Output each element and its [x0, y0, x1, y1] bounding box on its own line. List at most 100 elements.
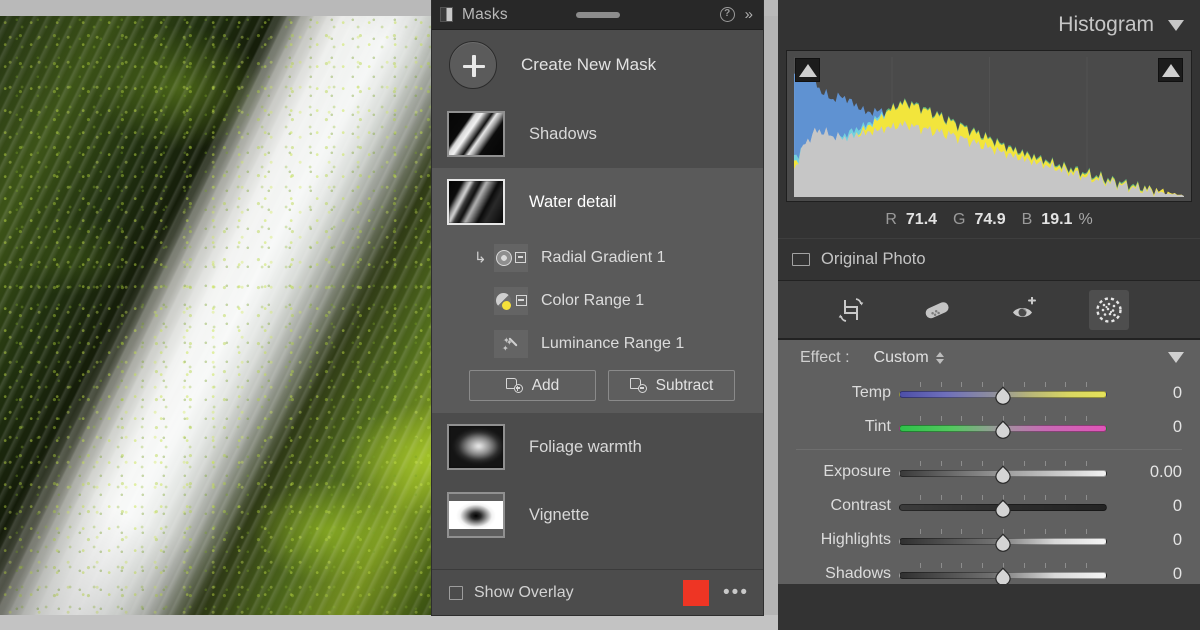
show-overlay-label: Show Overlay — [474, 584, 574, 602]
slider-label: Highlights — [778, 531, 891, 549]
slider-thumb[interactable] — [994, 420, 1013, 439]
triangle-down-icon[interactable] — [1168, 352, 1184, 363]
sub-mask-arrow-icon: ↳ — [474, 250, 487, 265]
slider-control[interactable] — [899, 416, 1107, 438]
slider-thumb[interactable] — [994, 567, 1013, 584]
up-down-arrows-icon[interactable] — [936, 352, 944, 364]
histogram-chart[interactable] — [786, 50, 1192, 202]
panel-drag-handle[interactable] — [576, 12, 620, 18]
slider-control[interactable] — [899, 461, 1107, 483]
percent-unit: % — [1078, 211, 1092, 229]
slider-row-exposure[interactable]: Exposure 0.00 — [778, 455, 1200, 489]
triangle-down-icon[interactable] — [1168, 20, 1184, 31]
right-side-panel: Histogram R 71.4 G 74.9 B 19.1 % Origina… — [778, 0, 1200, 630]
slider-thumb[interactable] — [994, 465, 1013, 484]
slider-label: Tint — [778, 418, 891, 436]
add-button-label: Add — [532, 377, 560, 395]
slider-row-tint[interactable]: Tint 0 — [778, 410, 1200, 444]
sub-mask-luminance-range[interactable]: ✦ ✦ ✦ Luminance Range 1 — [432, 322, 763, 365]
slider-thumb[interactable] — [994, 533, 1013, 552]
slider-thumb[interactable] — [994, 386, 1013, 405]
create-new-mask-button[interactable]: Create New Mask — [432, 30, 763, 100]
subtract-button[interactable]: Subtract — [608, 370, 735, 401]
effect-label: Effect : — [800, 349, 850, 367]
crop-icon — [838, 297, 864, 323]
mask-item-water-detail[interactable]: Water detail — [432, 168, 763, 236]
healing-tool[interactable] — [917, 290, 957, 330]
plus-icon[interactable] — [449, 41, 497, 89]
slider-control[interactable] — [899, 495, 1107, 517]
radial-gradient-icon[interactable] — [494, 244, 528, 272]
double-chevron-right-icon[interactable]: » — [745, 7, 753, 22]
slider-list: Temp0Tint0Exposure0.00Contrast0Highlight… — [778, 376, 1200, 584]
luminance-range-icon[interactable]: ✦ ✦ ✦ — [494, 330, 528, 358]
effect-preset-row[interactable]: Effect : Custom — [778, 340, 1200, 376]
slider-control[interactable] — [899, 382, 1107, 404]
mask-thumbnail[interactable] — [447, 111, 505, 157]
color-range-icon[interactable] — [494, 287, 528, 315]
slider-value[interactable]: 0 — [1130, 418, 1200, 437]
more-options-icon[interactable]: ••• — [723, 587, 749, 598]
sub-mask-label: Color Range 1 — [541, 292, 644, 310]
masks-panel-footer: Show Overlay ••• — [432, 569, 763, 615]
slider-row-highlights[interactable]: Highlights 0 — [778, 523, 1200, 557]
histogram-plot[interactable] — [794, 57, 1184, 197]
red-eye-tool[interactable] — [1003, 290, 1043, 330]
slider-label: Exposure — [778, 463, 891, 481]
histogram-svg — [794, 57, 1184, 197]
viewport-bottom-bar — [0, 615, 780, 630]
slider-value[interactable]: 0 — [1130, 497, 1200, 516]
sub-mask-radial-gradient[interactable]: ↳ Radial Gradient 1 — [432, 236, 763, 279]
slider-label: Contrast — [778, 497, 891, 515]
slider-thumb[interactable] — [994, 499, 1013, 518]
mask-item-vignette[interactable]: Vignette — [432, 481, 763, 549]
histogram-header[interactable]: Histogram — [778, 0, 1200, 50]
slider-label: Shadows — [778, 565, 891, 583]
mask-thumbnail[interactable] — [447, 424, 505, 470]
sub-mask-label: Radial Gradient 1 — [541, 249, 666, 267]
slider-control[interactable] — [899, 563, 1107, 584]
slider-label: Temp — [778, 384, 891, 402]
highlight-clipping-indicator[interactable] — [1158, 58, 1183, 82]
effect-value[interactable]: Custom — [874, 349, 929, 367]
mask-item-foliage-warmth[interactable]: Foliage warmth — [432, 413, 763, 481]
create-new-mask-label: Create New Mask — [521, 55, 656, 75]
slider-row-contrast[interactable]: Contrast 0 — [778, 489, 1200, 523]
mask-thumbnail[interactable] — [447, 179, 505, 225]
histogram-title: Histogram — [1058, 13, 1154, 37]
masking-icon — [1095, 296, 1123, 324]
help-icon[interactable]: ? — [720, 7, 735, 22]
lightroom-develop-module: Masks ? » Create New Mask Shadows Water … — [0, 0, 1200, 630]
slider-control[interactable] — [899, 529, 1107, 551]
shadow-clipping-indicator[interactable] — [795, 58, 820, 82]
add-mask-icon — [506, 378, 523, 393]
sub-mask-color-range[interactable]: Color Range 1 — [432, 279, 763, 322]
slider-group-divider — [796, 449, 1182, 450]
slider-value[interactable]: 0 — [1130, 531, 1200, 550]
slider-row-shadows[interactable]: Shadows 0 — [778, 557, 1200, 584]
r-value: 71.4 — [906, 211, 937, 229]
original-photo-icon — [792, 253, 810, 266]
overlay-color-swatch[interactable] — [683, 580, 709, 606]
r-label: R — [885, 211, 897, 229]
subtract-button-label: Subtract — [656, 377, 714, 395]
original-photo-toggle[interactable]: Original Photo — [778, 238, 1200, 280]
masks-panel: Masks ? » Create New Mask Shadows Water … — [431, 0, 764, 616]
b-value: 19.1 — [1041, 211, 1072, 229]
slider-value[interactable]: 0.00 — [1130, 463, 1200, 482]
masks-list: Create New Mask Shadows Water detail ↳ R… — [432, 30, 763, 569]
masking-tool[interactable] — [1089, 290, 1129, 330]
mask-panel-icon — [440, 7, 453, 22]
crop-tool[interactable] — [831, 290, 871, 330]
slider-value[interactable]: 0 — [1130, 565, 1200, 584]
show-overlay-checkbox[interactable] — [449, 586, 463, 600]
add-subtract-row: Add Subtract — [432, 365, 763, 413]
masks-panel-header[interactable]: Masks ? » — [432, 0, 763, 30]
masks-header-actions: ? » — [720, 7, 753, 22]
slider-row-temp[interactable]: Temp 0 — [778, 376, 1200, 410]
mask-item-label: Foliage warmth — [529, 438, 642, 457]
slider-value[interactable]: 0 — [1130, 384, 1200, 403]
mask-item-shadows[interactable]: Shadows — [432, 100, 763, 168]
mask-thumbnail[interactable] — [447, 492, 505, 538]
add-button[interactable]: Add — [469, 370, 596, 401]
